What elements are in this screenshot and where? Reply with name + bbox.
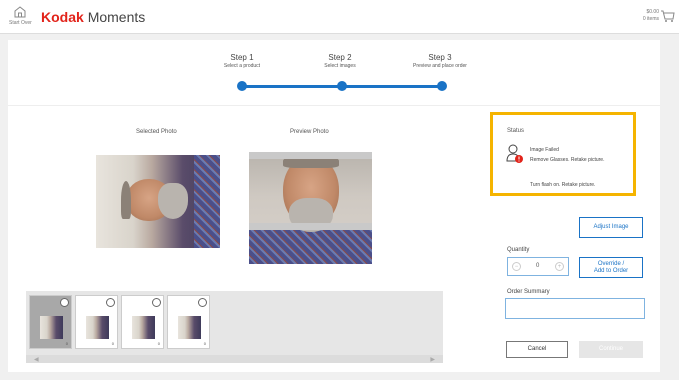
quantity-label: Quantity — [507, 247, 530, 253]
thumbnail-image — [178, 316, 201, 339]
start-over-button[interactable]: Start Over — [9, 5, 32, 31]
cart-icon[interactable] — [660, 9, 675, 23]
home-icon — [14, 6, 26, 18]
thumbnail[interactable]: 0 — [167, 295, 210, 349]
step-1-dot — [237, 81, 247, 91]
brand-moments: Moments — [87, 9, 146, 25]
select-radio[interactable] — [106, 298, 115, 307]
thumbnail-badge: 0 — [203, 341, 206, 346]
quantity-value: 0 — [536, 263, 540, 269]
add-to-order-label: Add to Order — [593, 268, 629, 274]
status-panel: Status Image Failed Remove Glasses. Reta… — [490, 112, 636, 196]
cart-summary[interactable]: $0.00 0 items — [643, 9, 659, 23]
step-1: Step 1 Select a product — [202, 53, 282, 69]
scroll-left-icon[interactable]: ◀ — [34, 356, 39, 363]
selected-photo — [96, 155, 220, 248]
thumbnail-badge: 0 — [157, 341, 160, 346]
thumbnail-image — [86, 316, 109, 339]
step-subtitle: Preview and place order — [413, 63, 467, 69]
selected-photo-label: Selected Photo — [136, 129, 177, 135]
step-2-dot — [337, 81, 347, 91]
preview-photo-label: Preview Photo — [290, 129, 329, 135]
brand-kodak: Kodak — [41, 9, 84, 25]
thumbnail-badge: 0 — [65, 341, 68, 346]
thumbnail-strip: 0 0 0 0 ◀ ▶ — [26, 291, 443, 363]
quantity-stepper[interactable]: − 0 + — [507, 257, 569, 276]
cart-items: 0 items — [642, 16, 659, 22]
crop-guide-top — [249, 152, 372, 159]
crop-guide-bottom — [249, 223, 372, 230]
continue-button[interactable]: Continue — [579, 341, 643, 358]
main-panel: Step 1 Select a product Step 2 Select im… — [8, 40, 660, 372]
brand-logo: Kodak Moments — [41, 9, 145, 25]
preview-photo — [249, 152, 372, 264]
plus-icon[interactable]: + — [555, 262, 564, 271]
thumbnail[interactable]: 0 — [29, 295, 72, 349]
status-message: Remove Glasses. Retake picture. — [530, 157, 605, 163]
thumbnail-image — [40, 316, 63, 339]
user-error-icon — [506, 144, 523, 163]
override-add-to-order-button[interactable]: Override / Add to Order — [579, 257, 643, 278]
adjust-image-button[interactable]: Adjust Image — [579, 217, 643, 238]
thumbnail-badge: 0 — [111, 341, 114, 346]
override-label: Override / — [597, 261, 625, 267]
start-over-label: Start Over — [9, 20, 32, 26]
minus-icon[interactable]: − — [512, 262, 521, 271]
order-summary-label: Order Summary — [507, 289, 550, 295]
step-title: Step 3 — [428, 53, 452, 62]
thumbnail[interactable]: 0 — [121, 295, 164, 349]
cancel-button[interactable]: Cancel — [506, 341, 568, 358]
step-3: Step 3 Preview and place order — [400, 53, 480, 69]
scroll-right-icon[interactable]: ▶ — [430, 356, 435, 363]
status-title: Status — [507, 128, 525, 134]
status-message: Image Failed — [530, 147, 559, 153]
status-message: Turn flash on. Retake picture. — [530, 182, 596, 188]
step-subtitle: Select a product — [223, 63, 261, 69]
order-summary-field[interactable] — [505, 298, 645, 319]
step-title: Step 2 — [328, 53, 352, 62]
step-2: Step 2 Select images — [300, 53, 380, 69]
select-radio[interactable] — [152, 298, 161, 307]
horizontal-scrollbar[interactable]: ◀ ▶ — [26, 355, 443, 363]
step-subtitle: Select images — [324, 63, 356, 69]
thumbnail[interactable]: 0 — [75, 295, 118, 349]
step-progress: Step 1 Select a product Step 2 Select im… — [8, 40, 660, 106]
step-3-dot — [437, 81, 447, 91]
app-header: Start Over Kodak Moments $0.00 0 items — [0, 0, 679, 34]
beard — [158, 183, 188, 219]
select-radio[interactable] — [198, 298, 207, 307]
select-radio[interactable] — [60, 298, 69, 307]
cart-total: $0.00 — [646, 9, 659, 15]
step-title: Step 1 — [230, 53, 254, 62]
thumbnail-image — [132, 316, 155, 339]
